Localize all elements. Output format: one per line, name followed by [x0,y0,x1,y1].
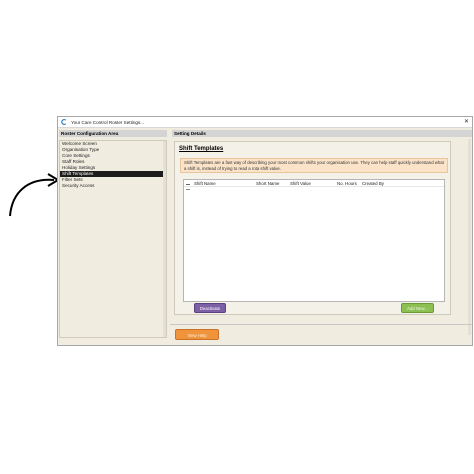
column-short-name[interactable]: Short Name [256,181,279,186]
column-created-by[interactable]: Created By [362,181,384,186]
column-shift-name[interactable]: Shift Name [194,181,216,186]
right-scrollbar[interactable] [468,139,471,335]
divider [170,324,472,325]
panel-title: Shift Templates [179,146,224,152]
setting-details-panel: Shift Templates Shift Templates are a fa… [174,141,451,315]
table-header: Shift Name Short Name Shift Value No. Ho… [184,180,444,187]
row-marker [186,189,190,190]
left-panel-header: Roster Configuration Area [59,130,167,137]
add-new-button[interactable]: Add New... [401,303,434,313]
app-logo-icon [61,119,67,125]
settings-window: Your Care Control Roster Settings... ✕ R… [57,116,473,346]
list-item-security-access[interactable]: Security Access [60,183,166,189]
deactivate-button[interactable]: Deactivate [194,303,226,313]
left-scrollbar[interactable] [163,141,166,337]
view-help-button[interactable]: View Help [175,329,219,340]
description-box: Shift Templates are a fast way of descri… [180,158,448,173]
close-icon[interactable]: ✕ [464,118,469,125]
configuration-list: Welcome Screen Organisation Type Core Se… [59,140,167,338]
column-no-hours[interactable]: No. Hours [337,181,357,186]
right-panel-header: Setting Details [172,130,472,137]
select-all-checkbox[interactable] [186,181,190,185]
shift-templates-table: Shift Name Short Name Shift Value No. Ho… [183,179,445,302]
annotation-arrow-left [9,173,60,217]
column-shift-value[interactable]: Shift Value [290,181,311,186]
window-title: Your Care Control Roster Settings... [71,119,145,125]
title-bar: Your Care Control Roster Settings... ✕ [58,117,472,128]
